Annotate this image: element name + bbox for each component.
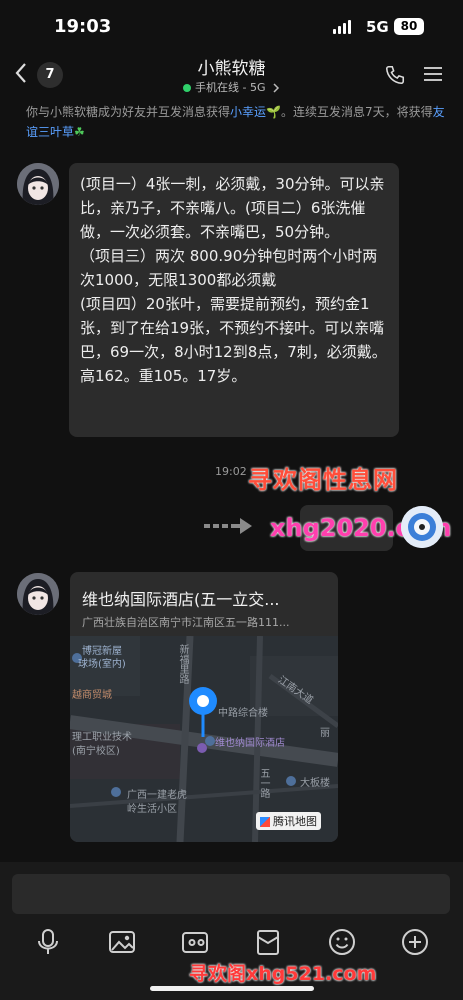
map-label: 大板楼 xyxy=(300,778,330,789)
more-actions-button[interactable] xyxy=(400,927,430,957)
photo-button[interactable] xyxy=(107,927,137,957)
watermark-bottom: 寻欢阁xhg521.com xyxy=(189,963,377,985)
map-label: 越商贸城 xyxy=(72,690,112,701)
phone-call-button[interactable] xyxy=(384,64,406,90)
battery-level: 80 xyxy=(400,19,418,33)
avatar-image xyxy=(17,573,59,615)
online-dot-icon xyxy=(183,84,191,92)
status-time: 19:03 xyxy=(54,16,112,37)
map-provider-logo: 腾讯地图 xyxy=(256,812,321,830)
chevron-right-icon xyxy=(273,83,280,93)
notice-link-luck[interactable]: 小幸运 xyxy=(230,105,266,119)
location-map[interactable]: 博冠新屋 球场(室内) 新福里路 江南大道 越商贸城 中路综合楼 维也纳国际酒店… xyxy=(70,636,338,842)
more-menu-button[interactable] xyxy=(423,64,443,88)
voice-button[interactable] xyxy=(33,927,63,957)
emoji-icon xyxy=(329,929,355,955)
map-label: 中路综合楼 xyxy=(218,708,268,719)
notice-text-2: 。连续互发消息7天，将获得 xyxy=(280,105,433,119)
online-status-text: 手机在线 - 5G xyxy=(195,81,266,94)
tencent-map-icon xyxy=(260,817,270,827)
avatar-image xyxy=(17,163,59,205)
image-icon xyxy=(109,931,135,953)
map-provider-name: 腾讯地图 xyxy=(273,815,317,828)
location-title: 维也纳国际酒店(五一立交... xyxy=(82,590,280,609)
contact-avatar[interactable] xyxy=(17,163,59,205)
location-address: 广西壮族自治区南宁市江南区五一路111... xyxy=(82,616,290,629)
microphone-icon xyxy=(38,929,58,954)
my-avatar[interactable] xyxy=(401,506,443,548)
location-pin-icon xyxy=(187,685,219,745)
red-envelope-icon xyxy=(257,930,279,955)
message-text: (项目一）4张一刺，必须戴，30分钟。可以亲比，亲乃子，不亲嘴八。(项目二）6张… xyxy=(80,175,387,385)
battery-icon: 80 xyxy=(394,18,424,35)
camera-icon xyxy=(182,932,208,953)
phone-icon xyxy=(385,65,405,85)
red-packet-button[interactable] xyxy=(253,927,283,957)
clover-icon: ☘ xyxy=(74,125,85,139)
notice-text-1: 你与小熊软糖成为好友并互发消息获得 xyxy=(26,105,231,119)
home-indicator[interactable] xyxy=(150,986,314,991)
map-label: 五一路 xyxy=(258,768,269,798)
map-label: 广西一建老虎 xyxy=(127,790,187,801)
map-label: 理工职业技术 xyxy=(72,732,132,743)
map-label: 岭生活小区 xyxy=(127,804,177,815)
menu-icon xyxy=(424,67,442,81)
received-message-bubble[interactable]: (项目一）4张一刺，必须戴，30分钟。可以亲比，亲乃子，不亲嘴八。(项目二）6张… xyxy=(69,163,399,437)
friendship-notice: 你与小熊软糖成为好友并互发消息获得小幸运🌱。连续互发消息7天，将获得友谊三叶草☘ xyxy=(26,102,446,142)
plus-circle-icon xyxy=(402,929,428,955)
signal-icon xyxy=(333,20,351,34)
forward-arrow-icon xyxy=(204,516,256,540)
sprout-icon: 🌱 xyxy=(266,105,281,119)
map-label: 维也纳国际酒店 xyxy=(215,738,285,749)
map-label: (南宁校区) xyxy=(72,746,120,757)
chat-header: 7 小熊软糖 手机在线 - 5G xyxy=(0,52,463,98)
network-label: 5G xyxy=(366,18,389,36)
avatar-image xyxy=(401,506,443,548)
status-bar: 19:03 5G 80 xyxy=(0,0,463,52)
message-timestamp: 19:02 xyxy=(215,465,247,478)
camera-button[interactable] xyxy=(180,927,210,957)
watermark-top: 寻欢阁性息网 xyxy=(248,466,398,494)
map-label: 新福里路 xyxy=(177,644,188,684)
message-input[interactable] xyxy=(12,874,450,914)
location-message-card[interactable]: 维也纳国际酒店(五一立交... 广西壮族自治区南宁市江南区五一路111... 博… xyxy=(70,572,338,842)
emoji-button[interactable] xyxy=(327,927,357,957)
map-label: 球场(室内) xyxy=(78,659,126,670)
map-label: 丽 xyxy=(320,728,330,739)
contact-avatar[interactable] xyxy=(17,573,59,615)
